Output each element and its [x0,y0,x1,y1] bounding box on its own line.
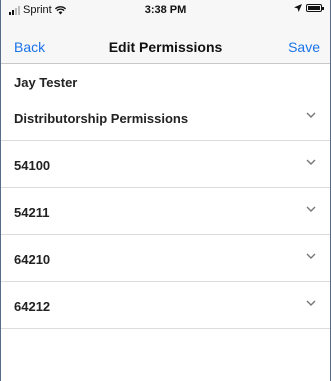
user-name: Jay Tester [14,75,78,90]
section-label: 64210 [14,252,51,267]
app-screen: Sprint 3:38 PM Back Edit Permissions Sav… [0,0,331,381]
section-54211[interactable]: 54211 [1,188,330,235]
permissions-list: Distributorship Permissions 54100 54211 … [1,94,330,329]
page-title: Edit Permissions [108,39,223,55]
location-arrow-icon [294,4,302,12]
save-button[interactable]: Save [288,39,320,55]
chevron-down-icon [306,205,316,213]
section-label: 54211 [14,205,50,220]
status-bar: Sprint 3:38 PM [1,0,330,20]
section-54100[interactable]: 54100 [1,141,330,188]
status-time: 3:38 PM [144,4,187,16]
chevron-down-icon [306,252,316,260]
section-64212[interactable]: 64212 [1,282,330,329]
section-label: 54100 [14,158,51,173]
chevron-down-icon [306,158,316,166]
navigation-bar: Back Edit Permissions Save [1,20,330,64]
section-label: 64212 [14,299,51,314]
section-64210[interactable]: 64210 [1,235,330,282]
section-distributorship-permissions[interactable]: Distributorship Permissions [1,94,330,141]
battery-icon [306,4,324,12]
section-label: Distributorship Permissions [14,111,189,126]
chevron-down-icon [306,111,316,119]
status-right [294,4,324,12]
chevron-down-icon [306,299,316,307]
